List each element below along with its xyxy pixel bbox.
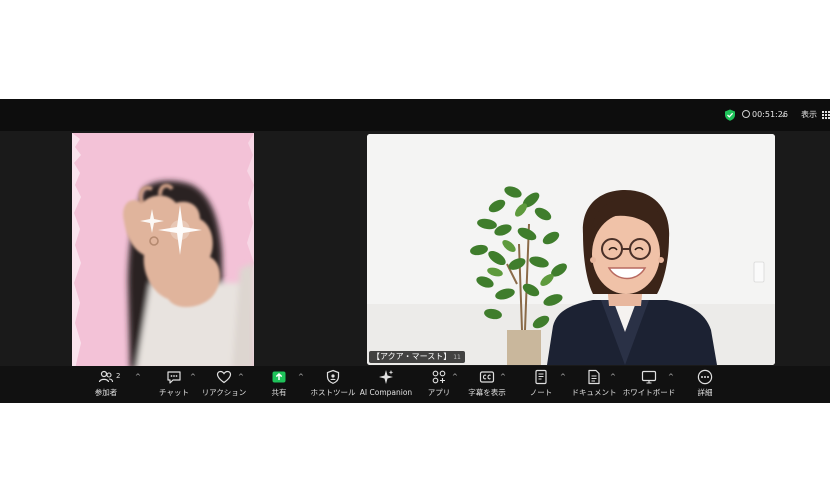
chevron-up-icon[interactable]: ^ [190,373,196,381]
participants-icon [98,370,114,383]
chevron-up-icon[interactable]: ^ [560,373,566,381]
chevron-up-icon[interactable]: ^ [135,373,141,381]
participant-video-image [72,133,254,369]
meeting-toolbar: 参加者 2 ^ チャット ^ リアクション ^ 共有 ^ ホストツール AI C… [0,366,830,403]
more-label: 詳細 [697,388,713,397]
documents-button[interactable]: ドキュメント [571,369,617,401]
notes-button[interactable]: ノート [530,369,552,401]
chevron-up-icon[interactable]: ^ [668,373,674,381]
host-tools-button[interactable]: ホストツール [310,369,356,401]
apps-icon [432,370,446,384]
notes-label: ノート [529,388,553,397]
captions-label: 字幕を表示 [468,388,506,397]
whiteboard-button[interactable]: ホワイトボード [623,369,675,401]
participant-video-2[interactable]: 【アクア・マースト】 11 [367,134,775,365]
clock-icon [742,110,750,118]
participants-count: 2 [116,372,121,380]
ai-companion-label: AI Companion [359,388,413,397]
reactions-button[interactable]: リアクション [202,369,246,401]
chevron-up-icon[interactable]: ^ [610,373,616,381]
participant-name-tag: 【アクア・マースト】 11 [369,351,465,363]
apps-button[interactable]: アプリ [428,369,450,401]
chat-label: チャット [159,388,189,397]
more-button[interactable]: 詳細 [694,369,716,401]
shield-check-icon[interactable] [724,109,736,121]
captions-icon [479,371,495,383]
document-icon [588,369,600,385]
participant-number: 11 [453,354,461,361]
heart-icon [216,370,232,384]
participants-label: 参加者 [94,388,118,397]
participant-name: 【アクア・マースト】 [372,352,452,361]
more-icon [697,369,713,385]
chat-button[interactable]: チャット [159,369,189,401]
host-tools-icon [326,369,340,384]
meeting-window: 00:51:26 ⌄ 表示 【アクア・マースト】 11 参加者 2 ^ チャット… [0,99,830,403]
chevron-down-icon[interactable]: ⌄ [780,109,787,120]
documents-label: ドキュメント [571,388,617,397]
chat-icon [167,371,181,384]
share-button[interactable]: 共有 [268,369,290,401]
chevron-up-icon[interactable]: ^ [238,373,244,381]
chevron-up-icon[interactable]: ^ [298,373,304,381]
host-tools-label: ホストツール [310,388,356,397]
chevron-up-icon[interactable]: ^ [452,373,458,381]
share-label: 共有 [271,388,287,397]
notes-icon [535,369,547,385]
reactions-label: リアクション [201,388,247,397]
ai-companion-button[interactable]: AI Companion [360,369,412,401]
ai-sparkle-icon [379,370,394,384]
participant-video-image [367,134,775,365]
participant-video-1[interactable] [72,133,254,369]
view-button[interactable]: 表示 [801,109,817,120]
whiteboard-icon [641,370,657,384]
chevron-up-icon[interactable]: ^ [500,373,506,381]
top-bar: 00:51:26 ⌄ 表示 [0,99,830,131]
whiteboard-label: ホワイトボード [622,388,676,397]
share-screen-icon [272,371,286,383]
apps-label: アプリ [427,388,451,397]
video-stage: 【アクア・マースト】 11 [0,131,830,369]
grid-icon[interactable] [822,111,830,119]
